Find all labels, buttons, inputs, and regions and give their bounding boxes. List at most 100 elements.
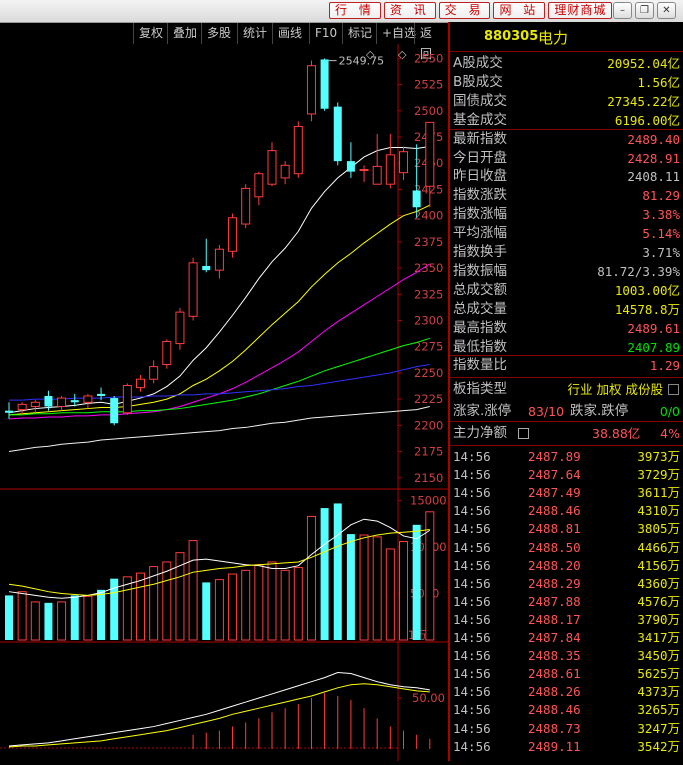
tick-volume: 3417万 (637, 630, 680, 645)
tick-row: 14:56 2487.64 3729万 (450, 466, 683, 484)
price-ma-line (8, 145, 430, 414)
restore-icon[interactable]: ❐ (635, 2, 654, 19)
tick-time: 14:56 (453, 539, 491, 555)
up-count-label: 涨家.涨停 (453, 403, 512, 419)
price-ma-line (8, 204, 431, 416)
multi-stock-button[interactable]: 多股 (201, 23, 236, 44)
tick-row: 14:56 2488.61 5625万 (450, 665, 683, 683)
tick-volume: 3265万 (637, 702, 680, 718)
tick-time: 14:56 (453, 630, 491, 645)
candle-body (44, 395, 53, 407)
kline-chart[interactable]: ◇◇ 2550252525002475245024252400237523502… (0, 44, 448, 761)
draw-line-button[interactable]: 画线 (272, 23, 307, 44)
tick-row: 14:56 2488.50 4466万 (450, 539, 683, 557)
tick-time: 14:56 (453, 738, 491, 754)
tick-price: 2488.17 (528, 611, 581, 627)
f10-button[interactable]: F10 (309, 23, 342, 44)
nav-website-button[interactable]: 网 站 (493, 2, 546, 19)
quote-label: 指数涨跌 (453, 187, 507, 204)
tick-row: 14:56 2488.17 3790万 (450, 611, 683, 629)
main-flow-row: 主力净额 38.88亿 4% (450, 424, 683, 443)
quote-value: 81.29 (642, 188, 680, 204)
tick-volume: 3973万 (637, 449, 680, 464)
tick-time: 14:56 (453, 666, 491, 682)
scroll-icon[interactable] (668, 384, 679, 395)
volume-bar (267, 561, 277, 641)
nav-news-button[interactable]: 资 讯 (383, 2, 436, 19)
volume-bar (57, 601, 67, 641)
volume-bar (254, 564, 264, 641)
quote-row: 指数换手 3.71% (450, 243, 683, 262)
quote-row: A股成交 20952.04亿 (450, 54, 683, 73)
quote-label: 平均涨幅 (453, 225, 507, 242)
minimize-icon[interactable]: – (613, 2, 632, 19)
tick-volume: 3247万 (637, 720, 680, 736)
quote-label: 总成交额 (453, 281, 507, 298)
volume-bar (97, 589, 106, 640)
tick-price: 2488.20 (528, 557, 581, 573)
price-tick-label: 2500 (414, 104, 443, 118)
index-name: 电力 (538, 29, 569, 47)
volume-bar (333, 503, 342, 640)
list-icon[interactable] (518, 428, 529, 439)
tick-price: 2487.89 (528, 449, 581, 464)
back-button[interactable]: 返回 (414, 23, 448, 61)
candle-body (399, 151, 408, 174)
candle-body (293, 126, 303, 175)
quote-row: 最高指数 2489.61 (450, 319, 683, 338)
price-tick-label: 2300 (414, 313, 443, 327)
quote-row: 最低指数 2407.89 (450, 338, 683, 357)
tick-volume: 3450万 (637, 648, 680, 664)
chart-area[interactable]: ◇◇ 2550252525002475245024252400237523502… (0, 44, 448, 761)
close-icon[interactable]: ✕ (657, 2, 676, 19)
volume-bar (425, 511, 435, 641)
quote-value: 1.56亿 (637, 74, 680, 90)
divider (450, 51, 683, 52)
down-count-value: 0/0 (659, 404, 680, 419)
quote-value: 2428.91 (627, 150, 680, 166)
candle-body (425, 121, 435, 187)
statistics-button[interactable]: 统计 (237, 23, 272, 44)
tick-row: 14:56 2488.29 4360万 (450, 575, 683, 593)
tick-price: 2487.84 (528, 630, 581, 645)
quote-value: 20952.04亿 (607, 56, 680, 71)
mark-button[interactable]: 标记 (342, 23, 377, 44)
adjust-rights-button[interactable]: 复权 (133, 23, 168, 44)
overlay-button[interactable]: 叠加 (167, 23, 202, 44)
down-count-label: 跌家.跌停 (570, 403, 629, 419)
volume-bar (346, 534, 355, 640)
tick-volume: 4360万 (637, 575, 680, 591)
tick-time: 14:56 (453, 575, 491, 591)
tick-volume: 4310万 (637, 503, 680, 519)
tick-row: 14:56 2487.49 3611万 (450, 484, 683, 502)
tick-price: 2488.26 (528, 684, 581, 700)
nav-quotes-button[interactable]: 行 情 (329, 2, 381, 19)
volume-bar (83, 595, 93, 641)
quote-label: 昨日收盘 (453, 168, 507, 185)
candle-body (202, 265, 211, 271)
volume-bar (359, 534, 369, 641)
candle-body (57, 397, 67, 407)
tick-volume: 3542万 (637, 738, 680, 754)
volume-bar (372, 536, 382, 641)
nav-mall-button[interactable]: 理财商城 (548, 2, 613, 19)
volume-bar (122, 576, 132, 641)
candle-body (188, 262, 198, 317)
tick-row: 14:56 2487.89 3973万 (450, 448, 683, 466)
tick-volume: 5625万 (637, 666, 680, 682)
candle-body (267, 150, 277, 185)
volume-bar (412, 524, 421, 640)
tick-time: 14:56 (453, 684, 491, 700)
quote-header: 880305 电力 (450, 22, 683, 52)
candle-body (254, 173, 264, 198)
tick-row: 14:56 2488.73 3247万 (450, 720, 683, 738)
candle-body (5, 410, 13, 413)
quote-label: 指数量比 (453, 357, 507, 374)
quote-row: 最新指数 2489.40 (450, 130, 683, 149)
candle-body (30, 401, 40, 407)
quote-panel: 880305 电力 A股成交 20952.04亿 B股成交 1.56亿 国债成交 2734… (450, 22, 683, 761)
main-flow-label: 主力净额 (453, 425, 507, 441)
nav-trade-button[interactable]: 交 易 (438, 2, 491, 19)
volume-bar (149, 566, 159, 641)
tick-time: 14:56 (453, 467, 491, 483)
